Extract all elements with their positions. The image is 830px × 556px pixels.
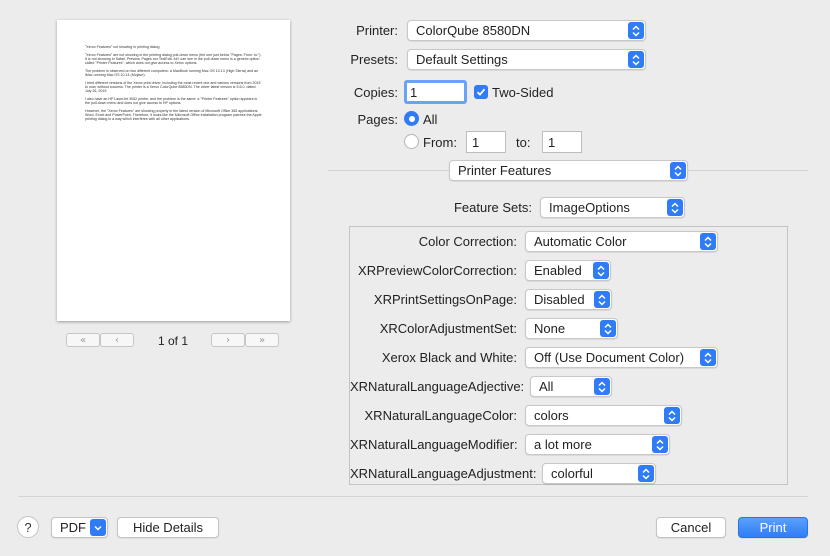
checkmark-icon [476,88,486,96]
preview-paragraph: However, the "Xerox Features" are showin… [85,108,262,122]
popup-value: All [539,379,554,394]
popup-value: colorful [551,466,593,481]
pages-all-radio[interactable] [404,111,419,126]
copies-field[interactable]: 1 [404,80,467,104]
pages-from-field[interactable]: 1 [466,131,506,153]
pages-to-label: to: [516,135,531,150]
help-button[interactable]: ? [17,516,39,538]
popup-value: None [534,321,566,336]
updown-arrows-icon [700,349,716,366]
black-and-white-popup[interactable]: Off (Use Document Color) [525,347,718,368]
preview-paragraph: I tried different versions of the Xerox … [85,80,261,94]
updown-arrows-icon [667,199,683,216]
feature-label-natural-language-color: XRNaturalLanguageColor: [364,408,517,423]
natural-language-adjustment-popup[interactable]: colorful [542,463,656,484]
updown-arrows-icon [594,291,610,308]
two-sided-checkbox[interactable] [474,85,488,99]
updown-arrows-icon [700,233,716,250]
preview-paragraph: "Xerox Features" are not showing in the … [85,52,262,66]
popup-value: Disabled [534,292,585,307]
printer-value: ColorQube 8580DN [416,23,531,38]
previous-page-button[interactable]: ‹ [100,333,134,347]
pdf-menu-button[interactable]: PDF [51,517,108,538]
printer-popup[interactable]: ColorQube 8580DN [407,20,646,41]
page-indicator: 1 of 1 [157,334,189,348]
presets-popup[interactable]: Default Settings [407,49,646,70]
pages-from-label: From: [423,135,457,150]
feature-label-color-correction: Color Correction: [418,234,517,249]
presets-value: Default Settings [416,52,508,67]
page-preview: "Xerox Features" not showing in printing… [57,20,290,321]
pages-label: Pages: [357,112,398,127]
preview-paragraph: The problem is observed on two different… [85,68,259,78]
printer-label: Printer: [356,23,398,38]
updown-arrows-icon [594,378,610,395]
two-sided-label: Two-Sided [492,85,554,100]
updown-arrows-icon [628,51,644,68]
first-page-button[interactable]: « [66,333,100,347]
natural-language-modifier-popup[interactable]: a lot more [525,434,670,455]
section-popup[interactable]: Printer Features [449,160,688,181]
updown-arrows-icon [664,407,680,424]
natural-language-color-popup[interactable]: colors [525,405,682,426]
preview-color-correction-popup[interactable]: Enabled [525,260,611,281]
cancel-button[interactable]: Cancel [656,517,726,538]
feature-sets-popup[interactable]: ImageOptions [540,197,685,218]
natural-language-adjective-popup[interactable]: All [530,376,612,397]
print-button[interactable]: Print [738,517,808,538]
color-adjustment-set-popup[interactable]: None [525,318,618,339]
double-chevron-right-icon: » [258,334,266,346]
next-page-button[interactable]: › [211,333,245,347]
popup-value: Automatic Color [534,234,627,249]
double-chevron-left-icon: « [79,334,87,346]
updown-arrows-icon [628,22,644,39]
copies-label: Copies: [353,85,398,100]
section-value: Printer Features [458,163,552,178]
question-mark-icon: ? [24,519,32,535]
feature-label-print-settings-on-page: XRPrintSettingsOnPage: [373,292,517,307]
feature-label-natural-language-adjective: XRNaturalLanguageAdjective: [350,379,525,394]
last-page-button[interactable]: » [245,333,279,347]
updown-arrows-icon [670,162,686,179]
feature-sets-label: Feature Sets: [453,200,532,215]
pages-all-label: All [423,112,438,127]
bottom-separator [18,496,808,497]
preview-paragraph: I also have an HP LaserJet 3052 printer,… [85,96,258,106]
popup-value: colors [534,408,569,423]
chevron-right-icon: › [226,334,230,346]
popup-value: a lot more [534,437,592,452]
popup-value: Off (Use Document Color) [534,350,685,365]
updown-arrows-icon [652,436,668,453]
color-correction-popup[interactable]: Automatic Color [525,231,718,252]
chevron-down-icon [90,519,106,536]
preview-paragraph: "Xerox Features" not showing in printing… [85,45,160,49]
presets-label: Presets: [350,52,398,67]
feature-label-natural-language-adjustment: XRNaturalLanguageAdjustment: [350,466,537,481]
pages-to-field[interactable]: 1 [542,131,582,153]
feature-label-natural-language-modifier: XRNaturalLanguageModifier: [350,437,518,452]
feature-label-color-adjustment-set: XRColorAdjustmentSet: [379,321,517,336]
pdf-label: PDF [60,520,86,535]
updown-arrows-icon [638,465,654,482]
print-settings-on-page-popup[interactable]: Disabled [525,289,612,310]
feature-label-preview-color-correction: XRPreviewColorCorrection: [358,263,517,278]
feature-label-black-and-white: Xerox Black and White: [381,350,517,365]
feature-sets-value: ImageOptions [549,200,630,215]
hide-details-button[interactable]: Hide Details [117,517,219,538]
updown-arrows-icon [593,262,609,279]
pages-range-radio[interactable] [404,134,419,149]
updown-arrows-icon [600,320,616,337]
chevron-left-icon: ‹ [115,334,119,346]
popup-value: Enabled [534,263,582,278]
